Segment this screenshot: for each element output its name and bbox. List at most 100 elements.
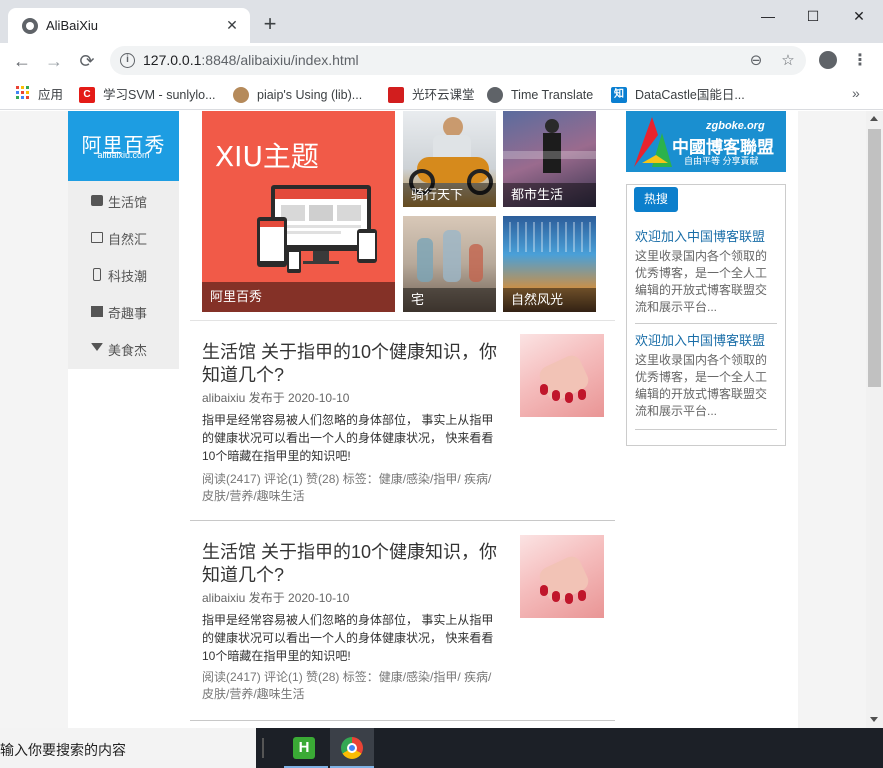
profile-avatar-icon[interactable] xyxy=(819,51,837,69)
divider xyxy=(190,320,615,321)
browser-menu-icon[interactable]: ⋮ xyxy=(852,49,868,73)
article-title[interactable]: 生活馆 关于指甲的10个健康知识，你知道几个? xyxy=(202,341,508,387)
feature-main-headline: XIU主题 xyxy=(215,140,319,173)
gift-icon xyxy=(91,306,103,317)
hbuilder-icon[interactable]: H xyxy=(284,728,328,768)
bookmark-time-translate[interactable]: Time Translate xyxy=(511,85,593,105)
maximize-button[interactable]: ☐ xyxy=(790,4,836,28)
page-viewport: 阿里百秀 alibaixiu.com 生活馆 自然汇 科技潮 奇趣事 美食杰 X… xyxy=(0,111,866,728)
logo-subtitle: alibaixiu.com xyxy=(97,150,150,160)
woman-head xyxy=(545,119,559,133)
hot-search-tag[interactable]: 热搜 xyxy=(634,187,678,212)
article-title[interactable]: 生活馆 关于指甲的10个健康知识，你知道几个? xyxy=(202,541,508,587)
cookie-icon xyxy=(233,87,249,103)
more-bookmarks-icon[interactable]: » xyxy=(852,85,860,101)
blog-union-banner[interactable]: zgboke.org 中國博客聯盟 自由平等 分享責献 xyxy=(626,111,786,172)
feature-tile-nature[interactable]: 自然风光 xyxy=(503,216,596,312)
nail-dot xyxy=(565,593,573,604)
article-thumbnail[interactable] xyxy=(520,334,604,417)
nav-label: 奇趣事 xyxy=(108,306,148,321)
bookmarks-bar: 应用 C 学习SVM - sunlylo... piaip's Using (l… xyxy=(0,79,883,110)
bookmark-guanghuan[interactable]: 光环云课堂 xyxy=(412,85,475,105)
divider xyxy=(635,323,777,324)
feature-main-card[interactable]: XIU主题 阿里百秀 xyxy=(202,111,395,312)
globe-icon xyxy=(487,87,503,103)
nav-item-fun[interactable]: 奇趣事 xyxy=(68,292,179,329)
new-tab-button[interactable]: + xyxy=(258,12,282,36)
vase-shape xyxy=(443,230,461,282)
banner-slogan: 自由平等 分享責献 xyxy=(684,156,759,166)
phone-icon xyxy=(93,268,101,281)
minimize-button[interactable]: — xyxy=(745,4,791,28)
hot-item-link[interactable]: 欢迎加入中国博客联盟 xyxy=(635,226,765,245)
site-logo[interactable]: 阿里百秀 alibaixiu.com xyxy=(68,111,179,181)
tile-caption: 宅 xyxy=(403,288,496,312)
url-text[interactable]: 127.0.0.1:8848/alibaixiu/index.html xyxy=(143,52,359,68)
tile-caption: 自然风光 xyxy=(503,288,596,312)
feature-tile-home[interactable]: 宅 xyxy=(403,216,496,312)
camera-icon xyxy=(91,195,103,206)
nail-dot xyxy=(578,590,586,601)
address-bar[interactable]: i 127.0.0.1:8848/alibaixiu/index.html ⊖ … xyxy=(110,46,806,75)
feature-tile-cycling[interactable]: 骑行天下 xyxy=(403,111,496,207)
scroll-down-icon[interactable] xyxy=(870,717,878,722)
hot-item-desc: 这里收录国内各个领取的优秀博客，是一个全人工编辑的开放式博客联盟交流和展示平台.… xyxy=(635,249,768,314)
feature-tile-city[interactable]: 都市生活 xyxy=(503,111,596,207)
reload-button[interactable]: ⟳ xyxy=(75,49,99,73)
divider xyxy=(190,720,615,721)
c-red-icon: C xyxy=(79,87,95,103)
article-stats: 阅读(2417) 评论(1) 赞(28) 标签：健康/感染/指甲/ 疾病/皮肤/… xyxy=(202,670,492,701)
page-scrollbar[interactable] xyxy=(866,111,883,728)
taskbar-search-placeholder: 输入你要搜索的内容 xyxy=(0,742,126,758)
nail-dot xyxy=(540,585,548,596)
bookmark-apps[interactable]: 应用 xyxy=(38,85,63,105)
bookmark-piaip[interactable]: piaip's Using (lib)... xyxy=(257,85,362,105)
forward-button[interactable]: → xyxy=(42,49,66,73)
article-stats: 阅读(2417) 评论(1) 赞(28) 标签：健康/感染/指甲/ 疾病/皮肤/… xyxy=(202,472,492,503)
info-icon[interactable]: i xyxy=(120,53,135,68)
globe-favicon-icon xyxy=(22,18,38,34)
tile-caption: 都市生活 xyxy=(503,183,596,207)
scrollbar-thumb[interactable] xyxy=(868,129,881,387)
article-thumbnail[interactable] xyxy=(520,535,604,618)
rider-head xyxy=(443,117,463,137)
tile-caption: 骑行天下 xyxy=(403,183,496,207)
side-navigation: 生活馆 自然汇 科技潮 奇趣事 美食杰 xyxy=(68,181,179,369)
browser-tab[interactable]: AliBaiXiu ✕ xyxy=(8,8,250,43)
nav-label: 生活馆 xyxy=(108,195,148,210)
zoom-icon[interactable]: ⊖ xyxy=(746,51,766,71)
feature-main-caption: 阿里百秀 xyxy=(202,282,395,312)
divider xyxy=(190,520,615,521)
nav-item-life[interactable]: 生活馆 xyxy=(68,181,179,218)
scroll-up-icon[interactable] xyxy=(870,116,878,121)
vase-shape xyxy=(417,238,433,282)
glass-icon xyxy=(91,343,103,351)
taskbar-search[interactable]: 输入你要搜索的内容 xyxy=(0,728,256,768)
browser-toolbar: ← → ⟳ i 127.0.0.1:8848/alibaixiu/index.h… xyxy=(0,43,883,79)
stalactites xyxy=(503,222,596,252)
taskbar-divider xyxy=(262,738,264,758)
devices-illustration xyxy=(257,185,377,273)
back-button[interactable]: ← xyxy=(10,49,34,73)
zhi-blue-icon: 知 xyxy=(611,87,627,103)
nav-item-tech[interactable]: 科技潮 xyxy=(68,255,179,292)
bookmark-svm[interactable]: 学习SVM - sunlylo... xyxy=(103,85,216,105)
article-meta: alibaixiu 发布于 2020-10-10 xyxy=(202,591,350,605)
nav-label: 美食杰 xyxy=(108,343,148,358)
nav-item-nature[interactable]: 自然汇 xyxy=(68,218,179,255)
apps-grid-icon[interactable] xyxy=(16,86,30,100)
nav-item-food[interactable]: 美食杰 xyxy=(68,329,179,366)
nail-dot xyxy=(578,389,586,400)
bookmark-star-icon[interactable]: ☆ xyxy=(778,51,798,71)
hot-search-panel: 热搜 欢迎加入中国博客联盟 这里收录国内各个领取的优秀博客，是一个全人工编辑的开… xyxy=(626,184,786,446)
chrome-icon[interactable] xyxy=(330,728,374,768)
hot-item-link[interactable]: 欢迎加入中国博客联盟 xyxy=(635,330,765,349)
banner-logo-icon xyxy=(634,117,672,167)
swirl-red-icon xyxy=(388,87,404,103)
city-lights xyxy=(503,151,596,159)
tab-close-icon[interactable]: ✕ xyxy=(222,15,242,35)
nav-label: 科技潮 xyxy=(108,269,148,284)
vase-shape xyxy=(469,244,483,282)
close-window-button[interactable]: ✕ xyxy=(836,4,882,28)
bookmark-datacastle[interactable]: DataCastle国能日... xyxy=(635,85,745,105)
